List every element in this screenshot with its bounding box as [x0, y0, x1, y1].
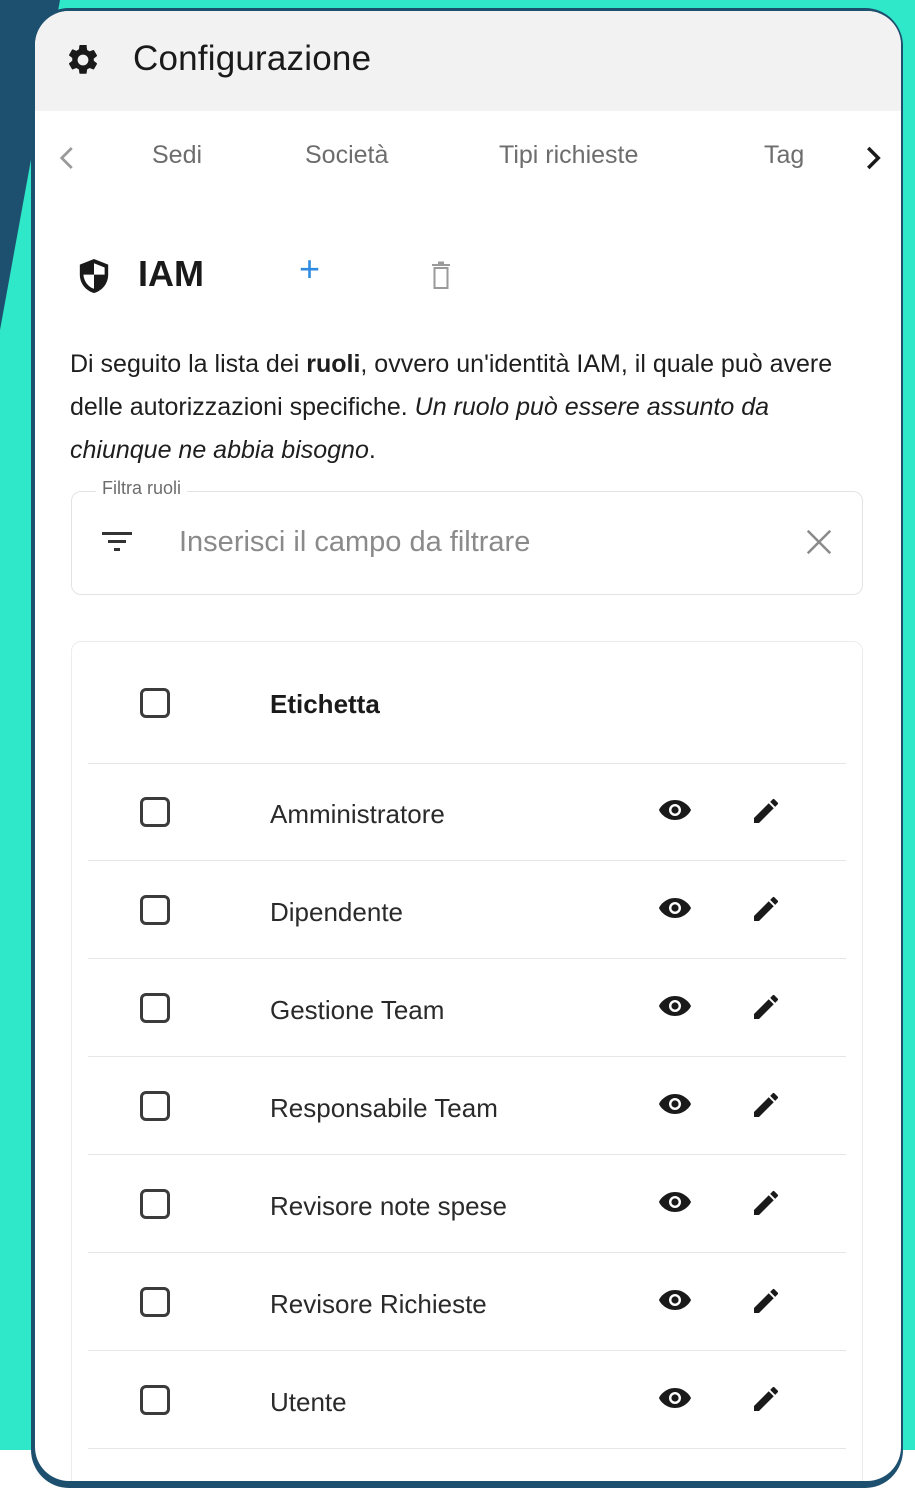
- shield-icon: [79, 259, 109, 293]
- row-checkbox[interactable]: [140, 1091, 170, 1121]
- chevron-left-icon[interactable]: [53, 141, 83, 175]
- row-label: Amministratore: [270, 799, 445, 829]
- app-screen: Configurazione Sedi Società Tipi richies…: [35, 11, 901, 1481]
- row-checkbox[interactable]: [140, 895, 170, 925]
- filter-field: Filtra ruoli: [71, 478, 863, 595]
- eye-icon[interactable]: [658, 1190, 692, 1214]
- row-label: Gestione Team: [270, 995, 445, 1025]
- roles-table: Etichetta Amministratore Dipendente Gestio…: [71, 641, 863, 1481]
- row-label: Utente: [270, 1387, 347, 1417]
- row-checkbox[interactable]: [140, 1287, 170, 1317]
- pencil-icon[interactable]: [750, 1089, 782, 1121]
- plus-icon[interactable]: +: [299, 251, 320, 287]
- app-bar: Configurazione: [35, 11, 901, 111]
- eye-icon[interactable]: [658, 994, 692, 1018]
- row-checkbox[interactable]: [140, 1385, 170, 1415]
- table-row[interactable]: Revisore note spese: [88, 1155, 846, 1253]
- tab-tag[interactable]: Tag: [764, 141, 804, 170]
- row-label: Revisore note spese: [270, 1191, 508, 1221]
- section-description: Di seguito la lista dei ruoli, ovvero un…: [70, 350, 833, 464]
- table-row[interactable]: Amministratore: [88, 763, 846, 861]
- select-all-checkbox[interactable]: [140, 688, 170, 718]
- row-label: Revisore Richieste: [270, 1289, 487, 1319]
- eye-icon[interactable]: [658, 896, 692, 920]
- table-row[interactable]: Dipendente: [88, 861, 846, 959]
- eye-icon[interactable]: [658, 1386, 692, 1410]
- pencil-icon[interactable]: [750, 795, 782, 827]
- column-header-etichetta: Etichetta: [270, 689, 380, 719]
- table-header: Etichetta: [88, 642, 846, 764]
- eye-icon[interactable]: [658, 798, 692, 822]
- eye-icon[interactable]: [658, 1092, 692, 1116]
- page-title: Configurazione: [133, 39, 372, 78]
- pencil-icon[interactable]: [750, 1187, 782, 1219]
- filter-input[interactable]: [177, 518, 781, 566]
- pencil-icon[interactable]: [750, 1285, 782, 1317]
- filter-label: Filtra ruoli: [96, 478, 188, 499]
- row-checkbox[interactable]: [140, 993, 170, 1023]
- table-row[interactable]: Revisore Richieste: [88, 1253, 846, 1351]
- tab-sedi[interactable]: Sedi: [152, 141, 202, 170]
- gear-icon[interactable]: [65, 42, 101, 78]
- row-label: Dipendente: [270, 897, 403, 927]
- close-icon[interactable]: [804, 527, 834, 557]
- pencil-icon[interactable]: [750, 893, 782, 925]
- pencil-icon[interactable]: [750, 1383, 782, 1415]
- pencil-icon[interactable]: [750, 991, 782, 1023]
- tab-tipi-richieste[interactable]: Tipi richieste: [499, 141, 638, 170]
- section-header: IAM +: [35, 243, 901, 303]
- tab-bar: Sedi Società Tipi richieste Tag: [35, 111, 901, 207]
- tab-societa[interactable]: Società: [305, 141, 388, 170]
- chevron-right-icon[interactable]: [857, 141, 887, 175]
- row-checkbox[interactable]: [140, 1189, 170, 1219]
- filter-icon: [102, 532, 132, 551]
- trash-icon[interactable]: [431, 261, 451, 291]
- table-row[interactable]: Utente: [88, 1351, 846, 1449]
- section-title: IAM: [138, 253, 204, 294]
- table-row[interactable]: Responsabile Team: [88, 1057, 846, 1155]
- eye-icon[interactable]: [658, 1288, 692, 1312]
- row-checkbox[interactable]: [140, 797, 170, 827]
- table-row[interactable]: Gestione Team: [88, 959, 846, 1057]
- row-label: Responsabile Team: [270, 1093, 498, 1123]
